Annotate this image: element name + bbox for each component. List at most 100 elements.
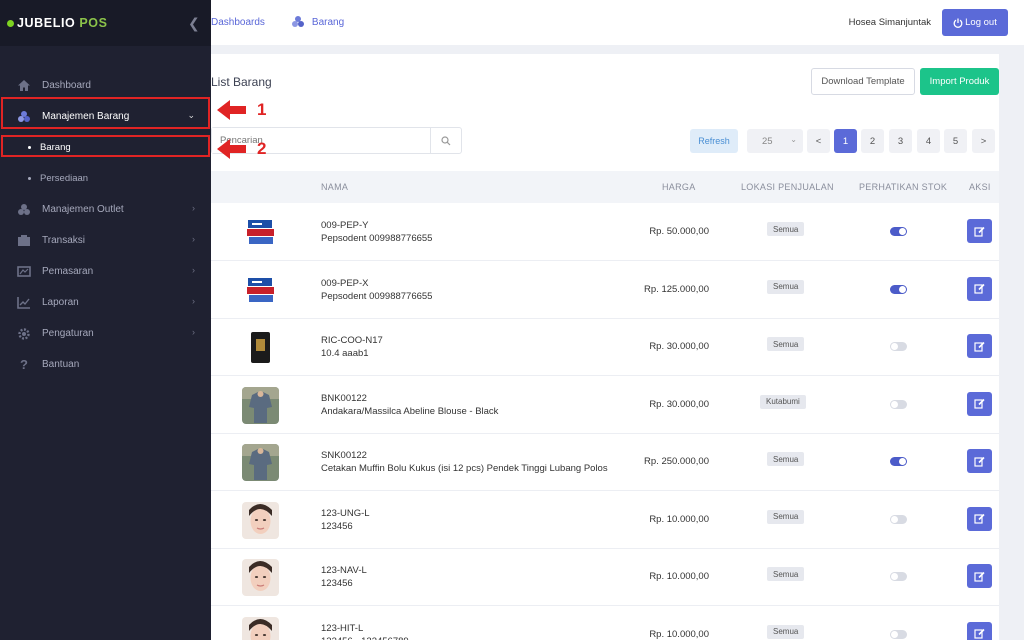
bullet-icon [28,177,31,180]
brand-name: JUBELIO [17,16,76,30]
product-thumbnail[interactable] [242,271,279,309]
per-page-select[interactable]: 25 ⌄ [747,129,803,153]
chevron-right-icon: › [192,203,195,213]
column-header-aksi: AKSI [969,182,991,192]
column-header-nama[interactable]: NAMA [321,182,348,192]
track-stock-toggle[interactable] [890,629,907,639]
track-stock-toggle[interactable] [890,572,907,581]
product-name: 123456 [321,520,353,532]
product-name: 123456 - 123456789 [321,636,409,640]
breadcrumb-dashboards[interactable]: Dashboards [211,17,265,28]
product-name: 10.4 aaab1 [321,348,369,359]
sidebar-item-transaksi[interactable]: Transaksi › [0,225,211,256]
gear-icon [17,327,31,341]
product-sku: 123-UNG-L [321,507,370,519]
product-sku: BNK00122 [321,392,367,404]
product-thumbnail[interactable] [242,616,279,640]
edit-button[interactable] [967,219,992,243]
outlet-icon [17,203,31,217]
edit-button[interactable] [967,449,992,473]
column-header-stok[interactable]: PERHATIKAN STOK [859,182,947,192]
track-stock-toggle[interactable] [890,284,907,294]
table-header: NAMA HARGA LOKASI PENJUALAN PERHATIKAN S… [211,171,999,203]
product-thumbnail[interactable] [242,386,279,424]
page-1-button[interactable]: 1 [834,129,857,153]
sidebar: JUBELIO POS ❮ Dashboard Manajemen Barang… [0,0,211,640]
chevron-right-icon: › [192,265,195,275]
logo-dot-icon [7,19,14,27]
track-stock-toggle[interactable] [890,399,907,409]
page-prev-button[interactable]: < [807,129,830,153]
column-header-harga[interactable]: HARGA [662,182,696,192]
toggle-knob [891,630,898,638]
page-2-button[interactable]: 2 [861,129,884,153]
per-page-value: 25 [762,135,773,147]
product-sku: 009-PEP-X [321,277,369,289]
annotation-number-2: 2 [257,139,267,158]
location-badge: Semua [767,509,805,524]
page-4-button[interactable]: 4 [917,129,940,153]
edit-button[interactable] [967,276,992,301]
product-name: Pepsodent 009988776655 [321,290,433,302]
product-thumbnail[interactable] [242,559,279,596]
product-sku: SNK00122 [321,450,367,461]
table-row: 009-PEP-X Pepsodent 009988776655 Rp. 125.0… [211,261,999,319]
product-thumbnail[interactable] [242,501,279,539]
arrow-left-icon [217,100,246,120]
track-stock-toggle[interactable] [890,227,907,236]
product-name: Pepsodent 009988776655 [321,233,433,244]
edit-icon [974,341,985,352]
search-button[interactable] [430,128,461,153]
product-sku: 123-NAV-L [321,565,367,576]
edit-button[interactable] [967,334,992,358]
boxes-icon [291,15,305,31]
sidebar-item-laporan[interactable]: Laporan › [0,287,211,318]
edit-button[interactable] [967,564,992,588]
column-header-lokasi[interactable]: LOKASI PENJUALAN [741,182,834,192]
collapse-sidebar-icon[interactable]: ❮ [188,15,200,32]
edit-button[interactable] [967,506,992,531]
table-row: RIC-COO-N17 10.4 aaab1 Rp. 30.000,00 Semua [211,318,999,376]
track-stock-toggle[interactable] [890,342,907,351]
sidebar-item-label: Bantuan [42,359,80,370]
logout-label: Log out [965,17,997,28]
logout-button[interactable]: Log out [942,9,1008,36]
product-price: Rp. 10.000,00 [649,628,709,640]
product-thumbnail[interactable] [242,444,279,481]
chevron-right-icon: › [192,234,195,244]
sidebar-item-manajemen-outlet[interactable]: Manajemen Outlet › [0,194,211,225]
page-3-button[interactable]: 3 [889,129,912,153]
user-name[interactable]: Hosea Simanjuntak [849,17,931,28]
product-price: Rp. 50.000,00 [649,226,709,237]
import-produk-button[interactable]: Import Produk [920,68,999,95]
annotation-box-2 [1,135,210,157]
sidebar-item-pengaturan[interactable]: Pengaturan › [0,318,211,349]
sidebar-subitem-persediaan[interactable]: Persediaan [0,163,211,194]
product-sku: RIC-COO-N17 [321,335,383,346]
page-next-button[interactable]: > [972,129,995,153]
product-thumbnail[interactable] [242,214,279,251]
toggle-knob [891,343,898,350]
track-stock-toggle[interactable] [890,457,907,466]
sidebar-item-bantuan[interactable]: ? Bantuan [0,349,211,380]
chevron-down-icon: ⌄ [790,135,797,144]
product-thumbnail[interactable] [242,329,279,366]
toggle-knob [891,515,898,523]
sidebar-item-pemasaran[interactable]: Pemasaran › [0,256,211,287]
refresh-button[interactable]: Refresh [690,129,738,153]
top-bar: Dashboards Barang Hosea Simanjuntak Log … [211,0,1024,45]
sidebar-header: JUBELIO POS ❮ [0,0,211,46]
table-row: SNK00122 Cetakan Muffin Bolu Kukus (isi 1… [211,433,999,491]
brand-logo[interactable]: JUBELIO POS [7,16,108,30]
page-5-button[interactable]: 5 [944,129,967,153]
location-badge: Semua [767,279,805,294]
breadcrumb-barang[interactable]: Barang [312,17,344,28]
track-stock-toggle[interactable] [890,514,907,524]
edit-icon [974,226,985,237]
product-name: Cetakan Muffin Bolu Kukus (isi 12 pcs) P… [321,463,608,474]
product-price: Rp. 30.000,00 [649,341,709,352]
edit-button[interactable] [967,391,992,416]
annotation-arrow-1: 1 [217,99,266,121]
edit-button[interactable] [967,621,992,640]
download-template-button[interactable]: Download Template [811,68,915,95]
